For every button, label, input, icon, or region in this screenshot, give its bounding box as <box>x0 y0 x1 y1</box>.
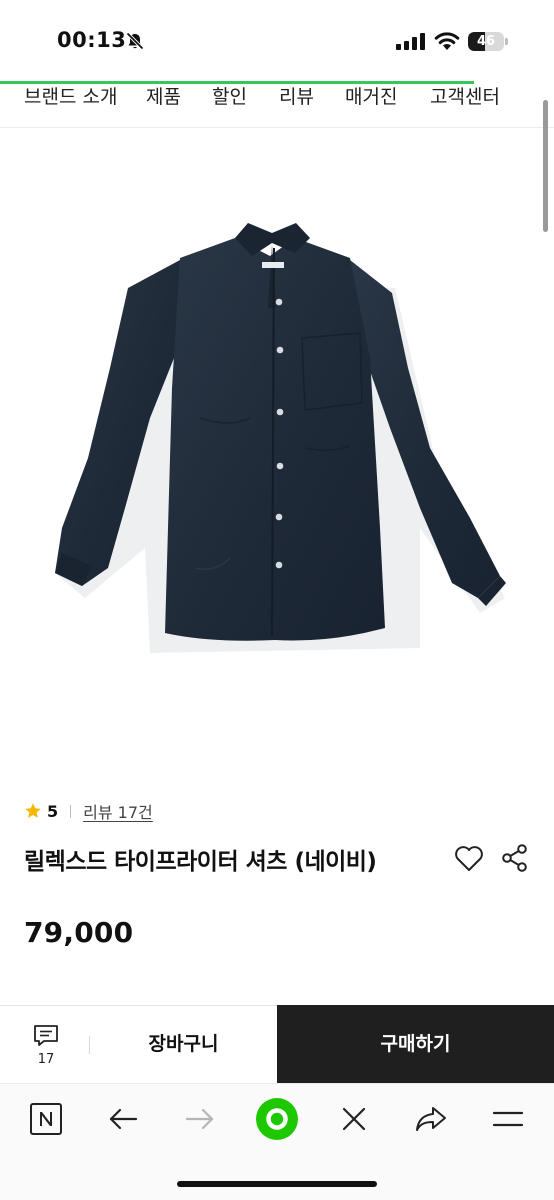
menu-icon[interactable] <box>490 1101 526 1137</box>
close-icon[interactable] <box>336 1101 372 1137</box>
nav-item-brand[interactable]: 브랜드 소개 <box>24 82 117 109</box>
bell-muted-icon <box>126 32 144 50</box>
nav-item-products[interactable]: 제품 <box>146 82 181 109</box>
cellular-signal-icon <box>396 33 425 50</box>
share-icon[interactable] <box>501 843 529 873</box>
add-to-cart-button[interactable]: 장바구니 <box>90 1006 277 1084</box>
page-load-progress <box>0 81 474 84</box>
nav-item-reviews[interactable]: 리뷰 <box>279 82 314 109</box>
nav-item-customer-center[interactable]: 고객센터 <box>430 82 500 109</box>
status-bar: 00:13 46 <box>0 0 554 80</box>
product-title: 릴렉스드 타이프라이터 셔츠 (네이비) <box>24 849 377 875</box>
green-home-icon[interactable] <box>254 1096 300 1142</box>
home-indicator <box>177 1181 377 1187</box>
nav-item-sale[interactable]: 할인 <box>212 82 247 109</box>
battery-indicator: 46 <box>468 32 508 51</box>
review-count-link[interactable]: 리뷰 17건 <box>83 799 153 823</box>
share-arrow-icon[interactable] <box>413 1101 449 1137</box>
status-time: 00:13 <box>57 28 127 52</box>
heart-icon[interactable] <box>453 843 485 873</box>
site-nav: 브랜드 소개 제품 할인 리뷰 매거진 고객센터 <box>0 78 554 128</box>
buy-now-button[interactable]: 구매하기 <box>277 1005 554 1084</box>
chat-button[interactable]: 17 <box>20 1018 72 1074</box>
chat-icon <box>34 1025 58 1046</box>
forward-arrow-icon[interactable] <box>182 1101 218 1137</box>
back-arrow-icon[interactable] <box>105 1101 141 1137</box>
purchase-action-bar: 17 장바구니 구매하기 <box>0 1005 554 1084</box>
nav-item-magazine[interactable]: 매거진 <box>345 82 397 109</box>
rating-value: 5 <box>47 801 59 821</box>
battery-level: 46 <box>476 34 496 49</box>
chat-count: 17 <box>37 1052 55 1067</box>
wifi-icon <box>434 32 460 50</box>
divider <box>70 804 72 818</box>
rating-row: 5 리뷰 17건 <box>24 800 153 822</box>
naver-n-icon[interactable] <box>28 1101 64 1137</box>
star-icon <box>25 803 41 818</box>
product-price: 79,000 <box>24 916 134 949</box>
product-image[interactable] <box>0 128 554 768</box>
